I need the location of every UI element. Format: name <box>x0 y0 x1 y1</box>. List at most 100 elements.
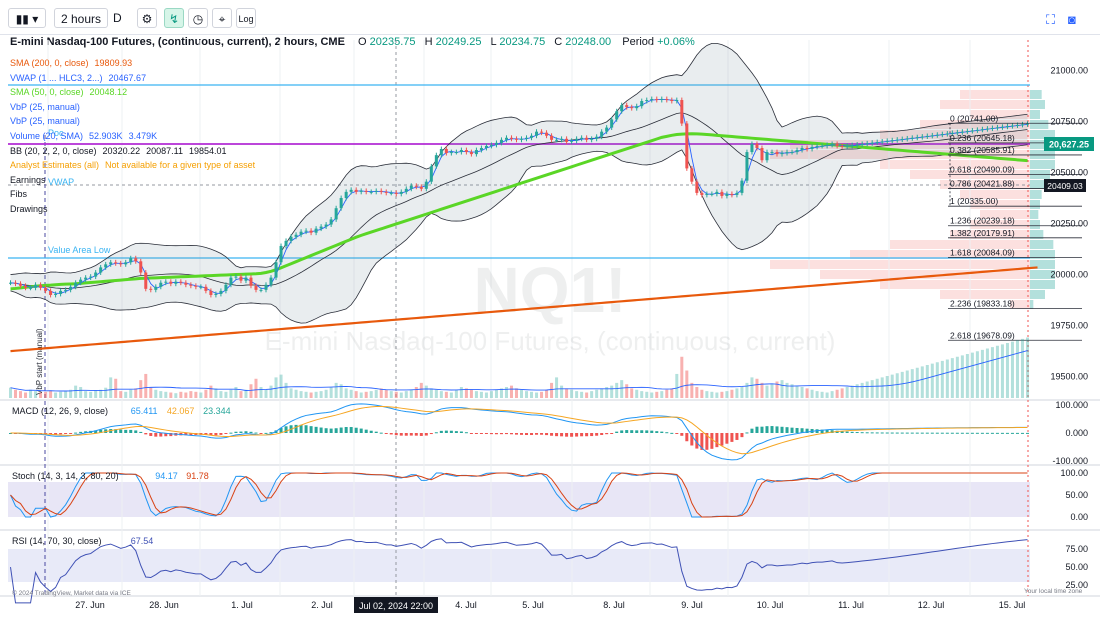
macd-histogram-bar <box>429 433 433 435</box>
macd-histogram-bar <box>1015 432 1019 434</box>
pane-value: 42.067 <box>167 406 195 416</box>
volume-bar <box>104 387 108 398</box>
volume-bar <box>64 391 68 398</box>
vbp-bar <box>1030 220 1040 229</box>
legend-row[interactable]: Volume (20, SMA) 52.903K 3.479K <box>10 129 261 144</box>
candle-body <box>550 135 554 140</box>
volume-bar <box>805 388 809 398</box>
macd-histogram-bar <box>925 432 929 434</box>
volume-bar <box>965 354 969 398</box>
macd-histogram-bar <box>509 433 513 435</box>
volume-bar <box>109 377 113 398</box>
macd-histogram-bar <box>855 432 859 434</box>
volume-bar <box>169 392 173 398</box>
macd-histogram-bar <box>294 424 298 433</box>
candle-body <box>264 284 268 290</box>
candle-body <box>865 143 869 145</box>
candle-body <box>930 135 934 137</box>
candle-body <box>665 98 669 101</box>
candle-body <box>59 290 63 294</box>
volume-bar <box>94 390 98 398</box>
macd-histogram-bar <box>910 432 914 434</box>
x-tick-label: 12. Jul <box>918 600 945 610</box>
y-tick-label: 19500.00 <box>1050 372 1088 382</box>
candle-body <box>294 234 298 237</box>
legend-row[interactable]: VbP (25, manual) <box>10 114 261 129</box>
macd-histogram-bar <box>499 433 503 435</box>
macd-histogram-bar <box>344 427 348 433</box>
macd-histogram-bar <box>74 432 78 434</box>
candle-body <box>715 191 719 194</box>
candle-body <box>660 98 664 101</box>
legend-row[interactable]: Earnings <box>10 173 261 188</box>
candle-body <box>855 144 859 146</box>
candle-body <box>389 192 393 194</box>
volume-bar <box>745 382 749 398</box>
volume-bar <box>810 389 814 398</box>
rsi-tick-label: 50.00 <box>1065 562 1088 572</box>
macd-histogram-bar <box>870 432 874 434</box>
macd-histogram-bar <box>970 432 974 434</box>
volume-bar <box>44 391 48 398</box>
macd-histogram-bar <box>655 431 659 433</box>
legend-row[interactable]: VbP (25, manual) <box>10 100 261 115</box>
macd-histogram-bar <box>79 431 83 433</box>
candle-body <box>745 152 749 181</box>
volume-bar <box>9 387 13 398</box>
vbp-bar <box>1030 210 1039 219</box>
candle-body <box>560 138 564 140</box>
volume-bar <box>645 391 649 398</box>
legend-row[interactable]: BB (20, 2, 2, 0, close) 20320.22 20087.11 1… <box>10 144 261 159</box>
stoch-tick-label: 100.00 <box>1060 468 1088 478</box>
macd-histogram-bar <box>530 433 534 436</box>
pane-title: MACD (12, 26, 9, close) <box>12 406 108 416</box>
volume-bar <box>780 380 784 398</box>
candle-body <box>459 150 463 153</box>
candle-body <box>194 285 198 287</box>
volume-bar <box>980 349 984 398</box>
volume-bar <box>700 389 704 398</box>
volume-bar <box>79 387 83 398</box>
volume-bar <box>299 391 303 398</box>
legend-value: Not available for a given type of asset <box>105 160 256 171</box>
volume-bar <box>685 370 689 398</box>
candle-body <box>109 262 113 265</box>
legend-row[interactable]: SMA (50, 0, close) 20048.12 <box>10 85 261 100</box>
macd-histogram-bar <box>645 430 649 433</box>
volume-bar <box>530 391 534 398</box>
candle-body <box>970 130 974 132</box>
macd-histogram-bar <box>765 426 769 433</box>
candle-body <box>535 131 539 136</box>
legend-row[interactable]: VWAP (1 ... HLC3, 2...) 20467.67 <box>10 71 261 86</box>
volume-bar <box>249 384 253 398</box>
macd-histogram-bar <box>710 433 714 449</box>
volume-bar <box>414 387 418 398</box>
fib-level-label: 0.786 (20421.88) <box>950 178 1015 188</box>
macd-histogram-bar <box>650 430 654 433</box>
volume-bar <box>815 391 819 398</box>
legend-row[interactable]: SMA (200, 0, close) 19809.93 <box>10 56 261 71</box>
legend-row[interactable]: Analyst Estimates (all) Not available for… <box>10 158 261 173</box>
volume-bar <box>129 389 133 398</box>
fib-level-label: 0.618 (20490.09) <box>950 165 1015 175</box>
macd-histogram-bar <box>369 430 373 433</box>
macd-histogram-bar <box>119 429 123 433</box>
volume-bar <box>434 389 438 398</box>
candle-body <box>299 231 303 235</box>
volume-bar <box>860 382 864 398</box>
candle-body <box>129 258 133 263</box>
candle-body <box>650 98 654 101</box>
macd-histogram-bar <box>219 433 223 435</box>
volume-bar <box>409 389 413 398</box>
volume-bar <box>930 363 934 398</box>
macd-histogram-bar <box>124 429 128 433</box>
legend-row[interactable]: Fibs <box>10 187 261 202</box>
candle-body <box>815 145 819 147</box>
macd-histogram-bar <box>419 433 423 436</box>
candle-body <box>89 276 93 278</box>
volume-bar <box>159 391 163 398</box>
volume-bar <box>179 391 183 398</box>
candle-body <box>19 283 23 286</box>
legend-row[interactable]: Drawings <box>10 202 261 217</box>
candle-body <box>870 142 874 144</box>
